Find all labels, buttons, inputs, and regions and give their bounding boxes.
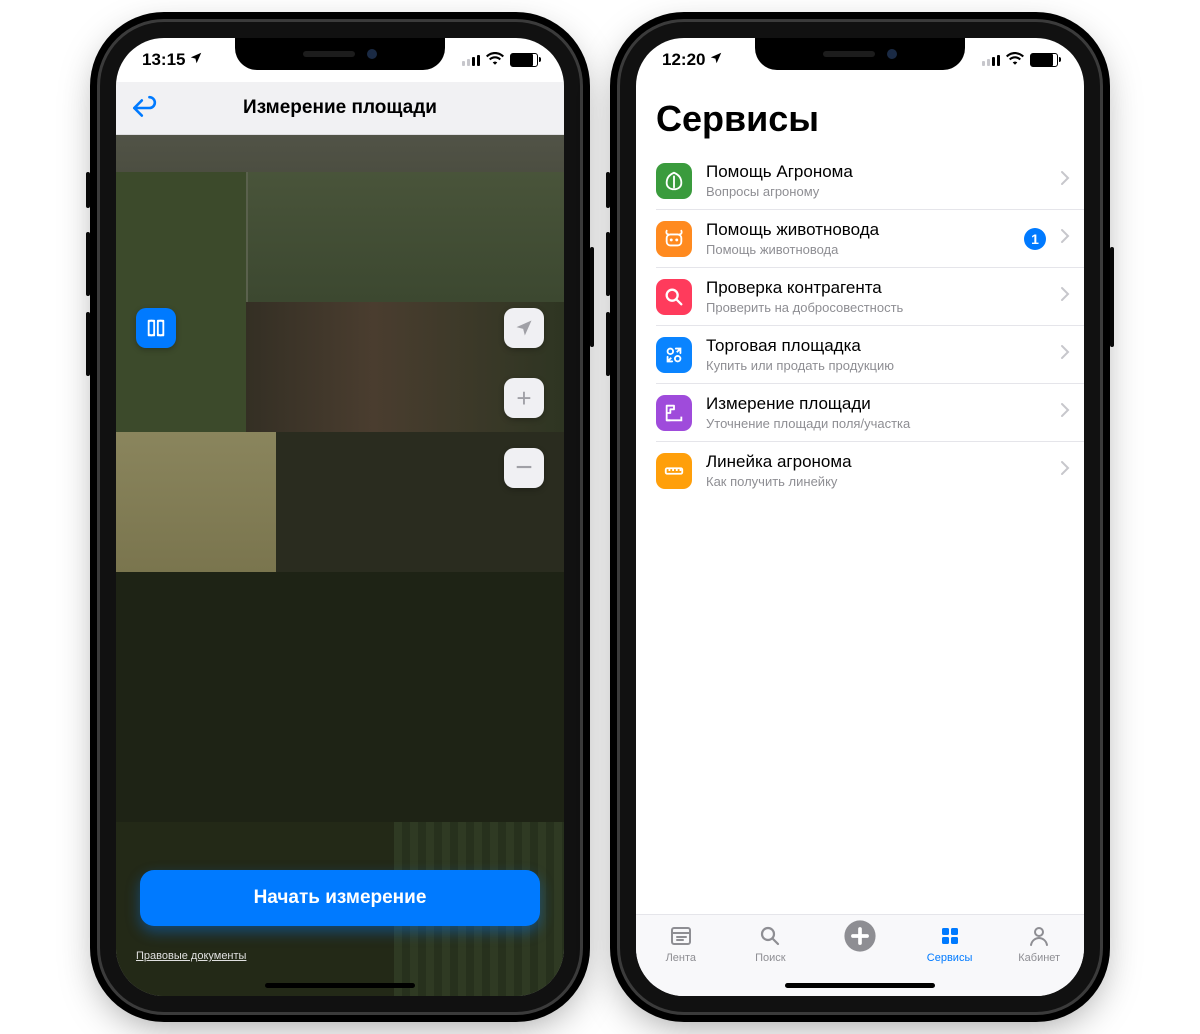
phone-left: 13:15 Измерение площади (100, 22, 580, 1012)
service-row[interactable]: Измерение площади Уточнение площади поля… (656, 384, 1084, 442)
service-title: Линейка агронома (706, 452, 1046, 472)
service-subtitle: Помощь животновода (706, 242, 1010, 257)
service-text: Проверка контрагента Проверить на доброс… (706, 278, 1046, 315)
back-button[interactable] (116, 95, 172, 121)
wifi-icon (1006, 51, 1024, 70)
leaf-icon (656, 163, 692, 199)
zoom-out-button[interactable]: − (504, 448, 544, 488)
zoom-in-button[interactable]: + (504, 378, 544, 418)
badge: 1 (1024, 228, 1046, 250)
profile-icon (1027, 923, 1051, 949)
service-subtitle: Проверить на добросовестность (706, 300, 1046, 315)
notch (755, 38, 965, 70)
service-subtitle: Вопросы агроному (706, 184, 1046, 199)
power-button (590, 247, 594, 347)
location-arrow-icon (709, 50, 723, 70)
search-icon (758, 923, 782, 949)
mute-switch (86, 172, 90, 208)
cow-icon (656, 221, 692, 257)
service-row[interactable]: Линейка агронома Как получить линейку (656, 442, 1084, 499)
service-subtitle: Купить или продать продукцию (706, 358, 1046, 373)
home-indicator[interactable] (785, 983, 935, 988)
service-title: Проверка контрагента (706, 278, 1046, 298)
tab-feed[interactable]: Лента (645, 923, 717, 964)
mute-switch (606, 172, 610, 208)
wifi-icon (486, 51, 504, 70)
services-list: Помощь Агронома Вопросы агроному Помощь … (636, 152, 1084, 499)
map-view[interactable] (116, 82, 564, 996)
chevron-right-icon (1060, 170, 1070, 191)
notch (235, 38, 445, 70)
status-time: 12:20 (662, 50, 705, 70)
chevron-right-icon (1060, 344, 1070, 365)
tab-label: Поиск (755, 952, 785, 964)
service-row[interactable]: Торговая площадка Купить или продать про… (656, 326, 1084, 384)
ruler-icon (656, 453, 692, 489)
home-indicator[interactable] (265, 983, 415, 988)
legal-link[interactable]: Правовые документы (136, 950, 246, 962)
volume-up-button (86, 232, 90, 296)
feed-icon (669, 923, 693, 949)
cellular-signal-icon (462, 54, 480, 66)
service-title: Помощь животновода (706, 220, 1010, 240)
chevron-right-icon (1060, 228, 1070, 249)
tab-plus[interactable] (824, 923, 896, 952)
service-title: Торговая площадка (706, 336, 1046, 356)
grid-icon (938, 923, 962, 949)
status-time: 13:15 (142, 50, 185, 70)
locate-me-button[interactable] (504, 308, 544, 348)
map-layers-button[interactable] (136, 308, 176, 348)
power-button (1110, 247, 1114, 347)
phone-right: 12:20 Сервисы Помощь Агронома Вопросы аг… (620, 22, 1100, 1012)
service-row[interactable]: Помощь Агронома Вопросы агроному (656, 152, 1084, 210)
service-text: Линейка агронома Как получить линейку (706, 452, 1046, 489)
search-icon (656, 279, 692, 315)
location-arrow-icon (189, 50, 203, 70)
volume-up-button (606, 232, 610, 296)
tab-profile[interactable]: Кабинет (1003, 923, 1075, 964)
navigation-bar: Измерение площади (116, 82, 564, 135)
service-row[interactable]: Помощь животновода Помощь животновода 1 (656, 210, 1084, 268)
cellular-signal-icon (982, 54, 1000, 66)
volume-down-button (86, 312, 90, 376)
battery-icon (1030, 53, 1058, 67)
chevron-right-icon (1060, 402, 1070, 423)
battery-icon (510, 53, 538, 67)
service-text: Помощь Агронома Вопросы агроному (706, 162, 1046, 199)
start-measure-button[interactable]: Начать измерение (140, 870, 540, 926)
tab-label: Кабинет (1018, 952, 1060, 964)
service-title: Помощь Агронома (706, 162, 1046, 182)
page-title: Измерение площади (172, 97, 508, 119)
service-subtitle: Уточнение площади поля/участка (706, 416, 1046, 431)
tab-search[interactable]: Поиск (734, 923, 806, 964)
tab-label: Сервисы (927, 952, 973, 964)
service-row[interactable]: Проверка контрагента Проверить на доброс… (656, 268, 1084, 326)
service-text: Измерение площади Уточнение площади поля… (706, 394, 1046, 431)
measure-icon (656, 395, 692, 431)
trade-icon (656, 337, 692, 373)
tab-grid[interactable]: Сервисы (914, 923, 986, 964)
chevron-right-icon (1060, 286, 1070, 307)
service-title: Измерение площади (706, 394, 1046, 414)
plus-icon (843, 923, 877, 949)
chevron-right-icon (1060, 460, 1070, 481)
volume-down-button (606, 312, 610, 376)
service-text: Торговая площадка Купить или продать про… (706, 336, 1046, 373)
tab-label: Лента (666, 952, 696, 964)
service-subtitle: Как получить линейку (706, 474, 1046, 489)
service-text: Помощь животновода Помощь животновода (706, 220, 1010, 257)
